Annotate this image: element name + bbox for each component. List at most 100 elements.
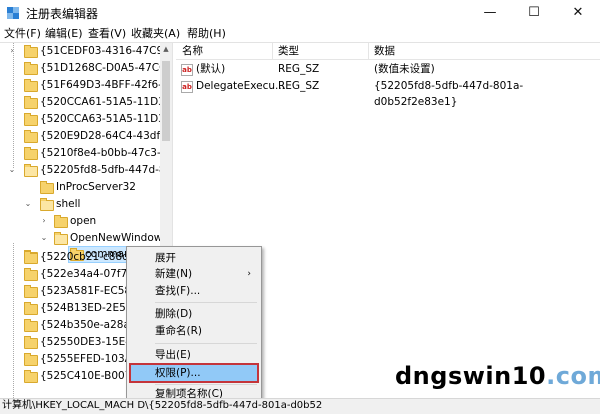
value-data: {52205fd8-5dfb-447d-801a-d0b52f2e83e1} <box>374 80 524 108</box>
scrollbar-thumb[interactable] <box>162 61 170 141</box>
menu-item-label: 权限(P)... <box>155 367 201 379</box>
watermark-logo: dngswin10.com <box>395 362 600 390</box>
folder-icon <box>24 45 38 58</box>
tree-item[interactable]: InProcServer32 <box>0 179 160 195</box>
list-row[interactable]: ab DelegateExecu... REG_SZ {52205fd8-5df… <box>176 78 600 108</box>
watermark-accent: .com <box>546 362 600 390</box>
string-value-icon: ab <box>181 64 193 76</box>
registry-editor-icon <box>7 7 19 19</box>
value-name: DelegateExecu... <box>196 80 286 92</box>
tree-item[interactable]: {51D1268C-D0A5-47CC-A <box>0 60 160 76</box>
status-bar: 计算机\HKEY_LOCAL_MACH D\{52205fd8-5dfb-447… <box>0 398 600 414</box>
folder-icon <box>24 302 38 315</box>
folder-icon <box>24 268 38 281</box>
window-title: 注册表编辑器 <box>26 7 99 21</box>
column-header-type[interactable]: 类型 <box>278 44 299 58</box>
menu-edit[interactable]: 编辑(E) <box>45 26 83 42</box>
menu-separator <box>155 384 257 385</box>
folder-icon <box>24 370 38 383</box>
column-divider[interactable] <box>272 43 273 59</box>
list-row[interactable]: ab (默认) REG_SZ (数值未设置) <box>176 61 600 77</box>
tree-item[interactable]: {520E9D28-64C4-43df-BE <box>0 128 160 144</box>
menu-bar: 文件(F) 编辑(E) 查看(V) 收藏夹(A) 帮助(H) <box>0 26 600 42</box>
tree-item[interactable]: {520CCA61-51A5-11D3-91 <box>0 94 160 110</box>
tree-item[interactable]: {520CCA63-51A5-11D3-91 <box>0 111 160 127</box>
menu-item-label: 删除(D) <box>155 308 193 320</box>
tree-item-label: {51D1268C-D0A5-47CC-A <box>40 62 160 74</box>
value-type: REG_SZ <box>278 80 320 92</box>
tree-item-label: shell <box>56 198 81 210</box>
title-bar: 注册表编辑器 — ☐ ✕ <box>0 0 600 26</box>
collapse-arrow-icon[interactable]: ⌄ <box>24 196 32 212</box>
tree-item-label: InProcServer32 <box>56 181 136 193</box>
tree-item-label: open <box>70 215 97 227</box>
tree-item-label: {520CCA63-51A5-11D3-91 <box>40 113 160 125</box>
folder-icon <box>24 113 38 126</box>
tree-item[interactable]: {5210f8e4-b0bb-47c3-a8 <box>0 145 160 161</box>
folder-icon <box>24 251 38 264</box>
watermark-main: dngswin10 <box>395 362 547 390</box>
tree-item-label: OpenNewWindow <box>70 232 160 244</box>
tree-item-label: {51CEDF03-4316-47C9-81 <box>40 45 160 57</box>
menu-help[interactable]: 帮助(H) <box>187 26 226 42</box>
scroll-up-arrow-icon[interactable]: ▲ <box>160 43 172 55</box>
open-folder-icon <box>24 164 38 177</box>
folder-icon <box>24 130 38 143</box>
menu-item-delete[interactable]: 删除(D) <box>129 306 259 322</box>
menu-item-find[interactable]: 查找(F)... <box>129 283 259 299</box>
open-folder-icon <box>54 232 68 245</box>
menu-item-new[interactable]: 新建(N) › <box>129 266 259 282</box>
maximize-button[interactable]: ☐ <box>512 0 556 26</box>
folder-icon <box>24 353 38 366</box>
tree-item[interactable]: ⌄ shell <box>0 196 160 212</box>
collapse-arrow-icon[interactable]: ⌄ <box>8 162 16 178</box>
close-button[interactable]: ✕ <box>556 0 600 26</box>
menu-item-expand[interactable]: 展开 <box>129 250 259 266</box>
tree-item-label: {520CCA61-51A5-11D3-91 <box>40 96 160 108</box>
menu-separator <box>155 343 257 344</box>
tree-item[interactable]: {51F649D3-4BFF-42f6-A25 <box>0 77 160 93</box>
collapse-arrow-icon[interactable]: ⌄ <box>40 230 48 246</box>
tree-item[interactable]: › open <box>0 213 160 229</box>
folder-icon <box>24 336 38 349</box>
folder-icon <box>24 319 38 332</box>
menu-item-label: 导出(E) <box>155 349 191 361</box>
value-type: REG_SZ <box>278 63 320 75</box>
expand-arrow-icon[interactable]: › <box>8 43 16 59</box>
folder-icon <box>40 181 54 194</box>
menu-item-label: 查找(F)... <box>155 285 201 297</box>
column-divider[interactable] <box>368 43 369 59</box>
tree-item-label: {52205fd8-5dfb-447d-801 <box>40 164 160 176</box>
tree-item-label: {51F649D3-4BFF-42f6-A25 <box>40 79 160 91</box>
menu-item-rename[interactable]: 重命名(R) <box>129 323 259 339</box>
tree-item[interactable]: ⌄ OpenNewWindow <box>0 230 160 246</box>
list-header: 名称 类型 数据 <box>176 43 600 60</box>
tree-item-label: {5210f8e4-b0bb-47c3-a8 <box>40 147 160 159</box>
string-value-icon: ab <box>181 81 193 93</box>
open-folder-icon <box>40 198 54 211</box>
tree-item-label: {520E9D28-64C4-43df-BE <box>40 130 160 142</box>
menu-file[interactable]: 文件(F) <box>4 26 41 42</box>
column-header-name[interactable]: 名称 <box>182 44 203 58</box>
submenu-arrow-icon: › <box>247 269 251 279</box>
expand-arrow-icon[interactable]: › <box>40 213 48 229</box>
menu-item-label: 新建(N) <box>155 268 193 280</box>
folder-icon <box>54 215 68 228</box>
menu-separator <box>155 302 257 303</box>
minimize-button[interactable]: — <box>468 0 512 26</box>
tree-item[interactable]: ⌄ {52205fd8-5dfb-447d-801 <box>0 162 160 178</box>
menu-item-permissions[interactable]: 权限(P)... <box>130 364 258 382</box>
folder-icon <box>24 96 38 109</box>
value-data: (数值未设置) <box>374 63 435 75</box>
folder-icon <box>24 285 38 298</box>
context-menu: 展开 新建(N) › 查找(F)... 删除(D) 重命名(R) 导出(E) 权… <box>126 246 262 404</box>
status-path: 计算机\HKEY_LOCAL_MACH D\{52205fd8-5dfb-447… <box>2 400 323 411</box>
menu-item-export[interactable]: 导出(E) <box>129 347 259 363</box>
menu-item-label: 重命名(R) <box>155 325 202 337</box>
menu-favorites[interactable]: 收藏夹(A) <box>131 26 180 42</box>
menu-item-label: 展开 <box>155 252 176 264</box>
folder-icon <box>24 79 38 92</box>
tree-item[interactable]: › {51CEDF03-4316-47C9-81 <box>0 43 160 59</box>
column-header-data[interactable]: 数据 <box>374 44 395 58</box>
menu-view[interactable]: 查看(V) <box>88 26 126 42</box>
